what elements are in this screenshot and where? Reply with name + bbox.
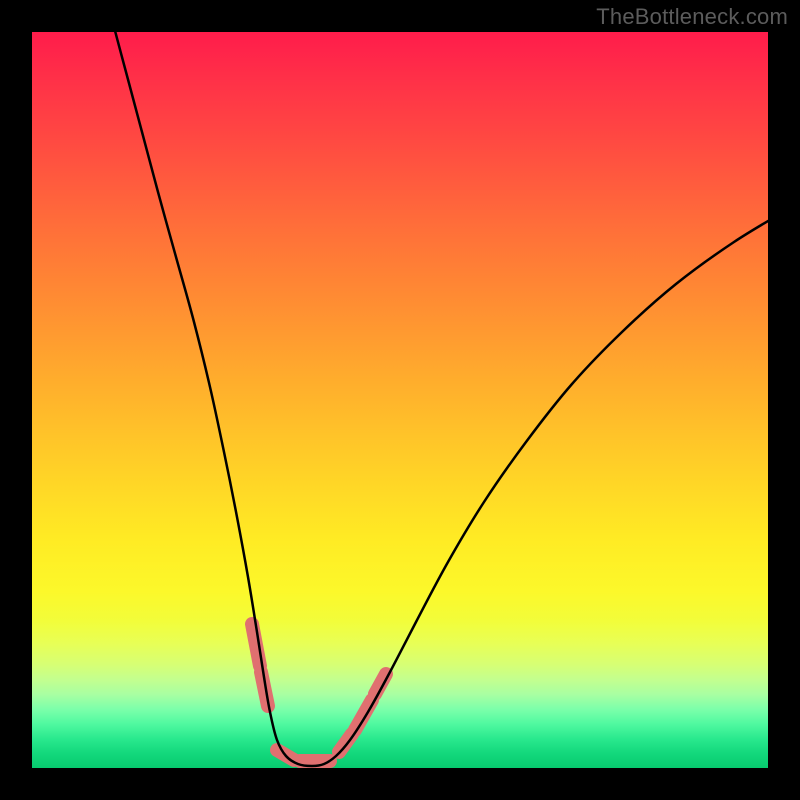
plot-area [32,32,768,768]
bottleneck-curve [110,32,768,766]
highlight-marks [252,624,386,761]
watermark-text: TheBottleneck.com [596,4,788,30]
highlight-segment [355,700,372,730]
curve-layer [32,32,768,768]
chart-frame: TheBottleneck.com [0,0,800,800]
